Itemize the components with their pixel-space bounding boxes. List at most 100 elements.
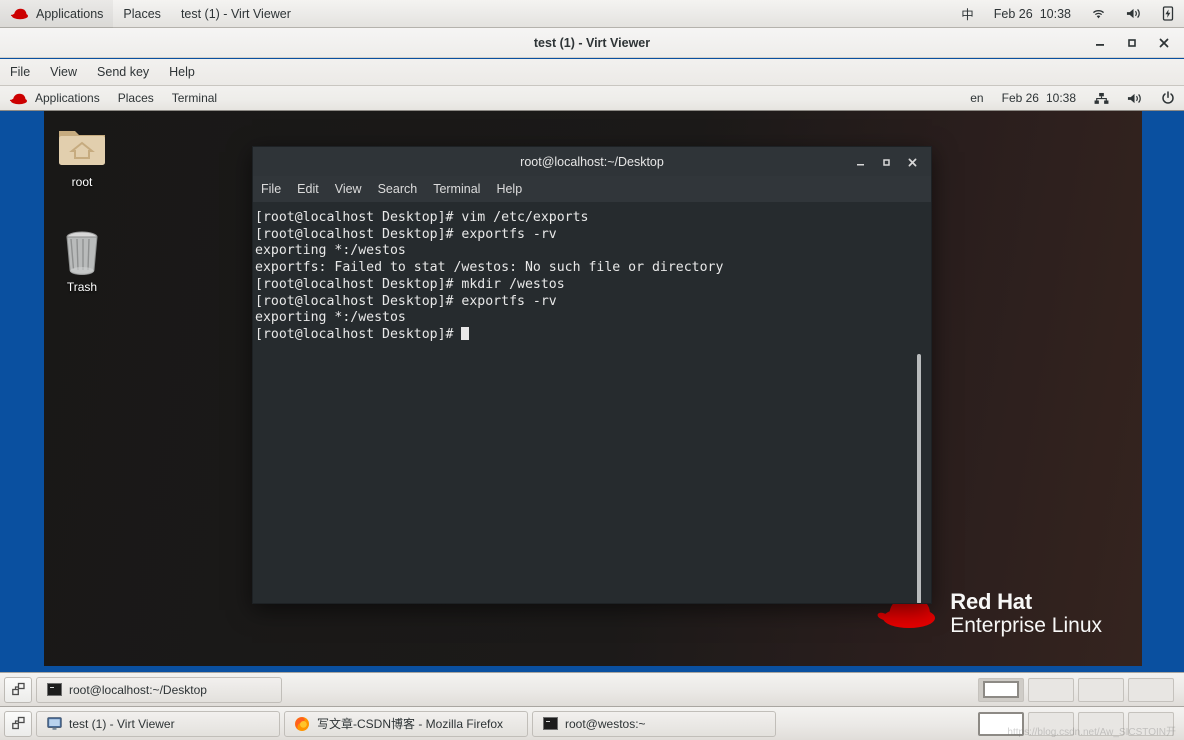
terminal-line: exporting *:/westos [255,243,406,259]
taskbar-window-firefox-label: 写文章-CSDN博客 - Mozilla Firefox [317,717,504,731]
host-workspace-4[interactable] [1128,711,1174,736]
terminal-title: root@localhost:~/Desktop [520,154,664,169]
terminal-line: [root@localhost Desktop]# exportfs -rv [255,293,557,309]
taskbar-window-virt-viewer[interactable]: test (1) - Virt Viewer [36,710,280,737]
desktop-icon-trash-label: Trash [66,280,98,294]
terminal-menu-file[interactable]: File [253,176,289,202]
keyboard-layout-label: en [970,91,984,105]
taskbar-window-firefox[interactable]: 写文章-CSDN博客 - Mozilla Firefox [284,710,528,737]
host-workspace-1[interactable] [978,711,1024,736]
terminal-menu-view[interactable]: View [327,176,370,202]
folder-home-icon [44,121,120,171]
guest-places-label: Places [117,91,154,105]
guest-workspace-switcher[interactable] [978,677,1180,702]
taskbar-window-terminal[interactable]: root@localhost:~/Desktop [36,676,282,703]
terminal-menu-terminal[interactable]: Terminal [425,176,488,202]
virt-viewer-titlebar: test (1) - Virt Viewer [0,28,1184,58]
terminal-line: exporting *:/westos [255,310,406,326]
desktop-icon-trash[interactable]: Trash [44,226,120,294]
terminal-line: [root@localhost Desktop]# mkdir /westos [255,276,565,292]
host-clock-date: Feb 26 [993,6,1033,21]
terminal-menubar: File Edit View Search Terminal Help [252,176,932,202]
display-icon [46,716,62,732]
wifi-icon[interactable] [1081,0,1116,28]
guest-terminal-menu[interactable]: Terminal [163,86,226,111]
terminal-icon [46,682,62,698]
guest-places-menu[interactable]: Places [109,86,163,111]
terminal-window-controls [847,147,925,177]
guest-workspace-2[interactable] [1028,677,1074,702]
guest-clock[interactable]: Feb 26 10:38 [993,86,1085,111]
host-taskbar: test (1) - Virt Viewer 写文章-CSDN博客 - Mozi… [0,706,1184,740]
show-desktop-icon[interactable] [4,676,32,703]
close-icon[interactable] [1148,30,1180,56]
battery-icon[interactable] [1152,0,1184,28]
guest-workspace-4[interactable] [1128,677,1174,702]
screen: Applications Places test (1) - Virt View… [0,0,1184,740]
input-method-indicator[interactable]: 中 [951,0,984,28]
host-applications-label: Applications [36,6,104,21]
guest-terminal-label: Terminal [171,91,218,105]
terminal-menu-search[interactable]: Search [370,176,426,202]
host-active-window-title[interactable]: test (1) - Virt Viewer [171,0,301,28]
terminal-scrollbar[interactable] [913,202,925,603]
terminal-titlebar: root@localhost:~/Desktop [252,146,932,176]
maximize-icon[interactable] [1116,30,1148,56]
guest-applications-label: Applications [35,91,100,105]
terminal-cursor [461,326,470,340]
close-icon[interactable] [899,150,925,174]
keyboard-layout-indicator[interactable]: en [961,86,992,111]
host-workspace-2[interactable] [1028,711,1074,736]
firefox-icon [294,716,310,732]
guest-clock-date: Feb 26 [1001,91,1039,105]
watermark-line2: Enterprise Linux [950,614,1102,638]
host-clock[interactable]: Feb 26 10:38 [984,0,1081,28]
guest-clock-time: 10:38 [1045,91,1076,105]
terminal-line: exportfs: Failed to stat /westos: No suc… [255,260,724,276]
volume-icon[interactable] [1118,86,1152,111]
host-applications-menu[interactable]: Applications [0,0,114,28]
host-workspace-switcher[interactable] [978,711,1180,736]
vv-menu-view[interactable]: View [40,59,87,86]
host-places-menu[interactable]: Places [113,0,171,28]
host-places-label: Places [123,6,161,21]
guest-workspace-1[interactable] [978,677,1024,702]
network-icon[interactable] [1085,86,1118,111]
virt-viewer-title: test (1) - Virt Viewer [533,35,651,50]
power-icon[interactable] [1152,86,1184,111]
terminal-prompt-line: [root@localhost Desktop]# [255,326,921,344]
vv-menu-help[interactable]: Help [159,59,205,86]
desktop-icon-root-label: root [71,175,93,189]
guest-applications-menu[interactable]: Applications [0,86,109,111]
host-workspace-3[interactable] [1078,711,1124,736]
host-clock-time: 10:38 [1039,6,1071,21]
minimize-icon[interactable] [1084,30,1116,56]
minimize-icon[interactable] [847,150,873,174]
terminal-line: [root@localhost Desktop]# vim /etc/expor… [255,210,589,225]
desktop-icon-root[interactable]: root [44,121,120,189]
trash-icon [44,226,120,276]
guest-taskbar: root@localhost:~/Desktop [0,672,1184,706]
terminal-window[interactable]: root@localhost:~/Desktop File Edit View … [252,146,932,604]
terminal-menu-edit[interactable]: Edit [289,176,327,202]
terminal-icon [542,716,558,732]
vv-menu-file[interactable]: File [0,59,40,86]
show-desktop-icon[interactable] [4,710,32,737]
host-top-panel: Applications Places test (1) - Virt View… [0,0,1184,28]
terminal-output[interactable]: [root@localhost Desktop]# vim /etc/expor… [252,202,932,604]
guest-left-margin [26,111,44,666]
taskbar-window-root-westos-label: root@westos:~ [565,716,646,731]
vv-menu-send-key[interactable]: Send key [87,59,159,86]
guest-workspace-3[interactable] [1078,677,1124,702]
terminal-scrollbar-thumb[interactable] [917,354,921,603]
watermark-line1: Red Hat [950,588,1032,614]
terminal-menu-help[interactable]: Help [488,176,530,202]
guest-top-panel: Applications Places Terminal en Feb 26 1… [0,86,1184,111]
redhat-watermark-text: Red Hat Enterprise Linux [950,588,1102,638]
taskbar-window-terminal-label: root@localhost:~/Desktop [69,682,207,697]
maximize-icon[interactable] [873,150,899,174]
terminal-line: [root@localhost Desktop]# exportfs -rv [255,226,557,242]
virt-viewer-window-controls [1084,28,1180,58]
volume-icon[interactable] [1116,0,1152,28]
taskbar-window-root-westos[interactable]: root@westos:~ [532,710,776,737]
